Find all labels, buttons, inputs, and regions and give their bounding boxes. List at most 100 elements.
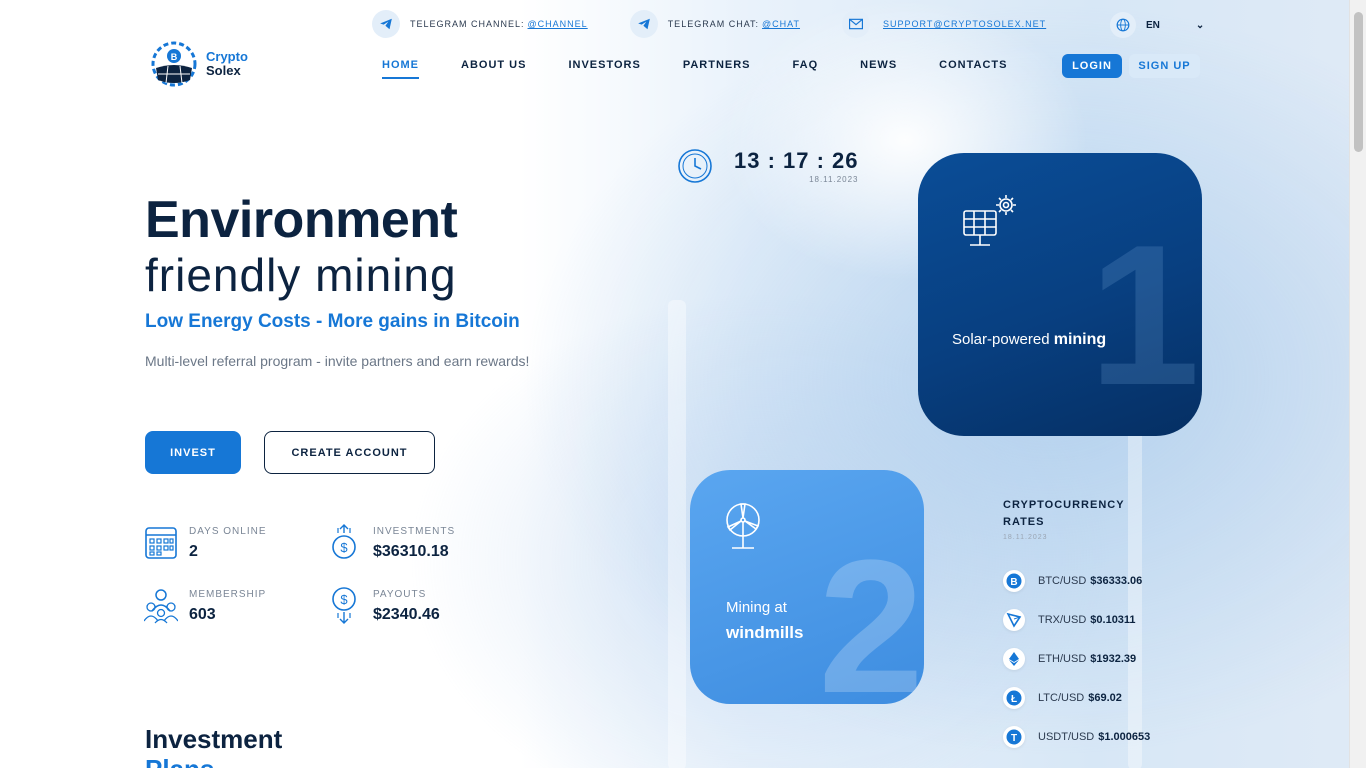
card-number: 2 — [818, 521, 924, 704]
hero-title-light: friendly mining — [145, 249, 457, 301]
create-account-button[interactable]: CREATE ACCOUNT — [264, 431, 435, 474]
rate-price: $1.000653 — [1098, 731, 1151, 743]
stat-label: INVESTMENTS — [373, 526, 456, 537]
stat-investments: $ INVESTMENTS $36310.18 — [328, 524, 455, 562]
calendar-icon — [145, 527, 177, 559]
rate-pair: TRX/USD — [1038, 614, 1087, 626]
clock-date: 18.11.2023 — [809, 175, 859, 184]
nav-faq[interactable]: FAQ — [793, 59, 819, 79]
card-solar-label: Solar-powered mining — [952, 331, 1106, 349]
rate-row-usdt: T USDT/USD $1.000653 — [1003, 726, 1150, 748]
top-contact-bar: TELEGRAM CHANNEL: @CHANNEL TELEGRAM CHAT… — [372, 10, 1088, 38]
stat-payouts: $ PAYOUTS $2340.46 — [328, 587, 440, 625]
svg-text:Ł: Ł — [1011, 694, 1017, 705]
rate-pair: ETH/USD — [1038, 653, 1087, 665]
card-number: 1 — [1088, 204, 1200, 427]
scrollbar-thumb[interactable] — [1354, 12, 1363, 152]
signup-button[interactable]: SIGN UP — [1129, 54, 1200, 78]
stat-value: 2 — [189, 543, 198, 560]
logo[interactable]: B Crypto Solex — [150, 40, 248, 88]
telegram-channel: TELEGRAM CHANNEL: @CHANNEL — [372, 10, 588, 38]
logo-icon: B — [151, 41, 197, 87]
windmill-tower-decor — [668, 300, 686, 768]
language-value: EN — [1146, 19, 1160, 31]
clock-widget: 13 : 17 : 26 18.11.2023 — [678, 148, 859, 184]
support-email: SUPPORT@CRYPTOSOLEX.NET — [842, 10, 1046, 38]
hero-description: Multi-level referral program - invite pa… — [145, 353, 530, 369]
clock-time: 13 : 17 : 26 — [734, 148, 859, 173]
plans-line1: Investment — [145, 724, 283, 754]
rate-pair: BTC/USD — [1038, 575, 1087, 587]
language-selector[interactable]: EN ⌄ — [1110, 12, 1204, 38]
users-group-icon — [144, 589, 178, 624]
nav-partners[interactable]: PARTNERS — [683, 59, 751, 79]
invest-button[interactable]: INVEST — [145, 431, 241, 474]
windmill-icon — [726, 503, 760, 549]
stat-label: PAYOUTS — [373, 589, 427, 600]
rates-title-line2: RATES — [1003, 516, 1045, 528]
plans-line2: Plans — [145, 754, 282, 768]
globe-icon — [1110, 12, 1136, 38]
solar-panel-icon — [963, 195, 1016, 246]
card-solar-mining[interactable]: 1 Solar-powered mining — [918, 153, 1202, 436]
litecoin-icon: Ł — [1003, 687, 1025, 709]
rate-price: $0.10311 — [1090, 614, 1136, 626]
nav-investors[interactable]: INVESTORS — [568, 59, 640, 79]
card-label-line1: Mining at — [726, 599, 787, 616]
telegram-icon — [372, 10, 400, 38]
svg-text:T: T — [1011, 733, 1017, 744]
telegram-icon — [629, 10, 658, 38]
rate-row-btc: B BTC/USD $36333.06 — [1003, 570, 1142, 592]
stat-label: MEMBERSHIP — [189, 589, 267, 600]
stat-days-online: DAYS ONLINE 2 — [144, 524, 267, 562]
hero-subtitle: Low Energy Costs - More gains in Bitcoin — [145, 311, 520, 332]
card-label-line2: windmills — [726, 623, 804, 642]
ethereum-icon — [1003, 648, 1025, 670]
telegram-channel-label: TELEGRAM CHANNEL: — [410, 19, 525, 29]
rates-date: 18.11.2023 — [1003, 534, 1048, 541]
main-nav: HOME ABOUT US INVESTORS PARTNERS FAQ NEW… — [382, 59, 1049, 79]
rate-row-ltc: Ł LTC/USD $69.02 — [1003, 687, 1122, 709]
card-label-bold: mining — [1053, 331, 1107, 348]
stat-label: DAYS ONLINE — [189, 526, 267, 537]
svg-text:$: $ — [340, 592, 348, 607]
telegram-chat-label: TELEGRAM CHAT: — [667, 19, 760, 29]
svg-text:B: B — [171, 52, 178, 62]
stat-membership: MEMBERSHIP 603 — [144, 587, 266, 625]
login-button[interactable]: LOGIN — [1062, 54, 1122, 78]
rates-title: CRYPTOCURRENCY RATES — [1003, 497, 1125, 531]
nav-contacts[interactable]: CONTACTS — [939, 59, 1007, 79]
telegram-chat-link[interactable]: @CHAT — [762, 19, 800, 29]
support-email-link[interactable]: SUPPORT@CRYPTOSOLEX.NET — [883, 19, 1046, 29]
rate-row-trx: TRX/USD $0.10311 — [1003, 609, 1136, 631]
nav-news[interactable]: NEWS — [860, 59, 897, 79]
investment-plans-heading: Investment Plans — [145, 724, 282, 768]
card-windmill-mining[interactable]: 2 Mining at windmills — [690, 470, 924, 704]
hero-title-bold: Environment — [145, 191, 458, 249]
dollar-coin-up-icon: $ — [332, 524, 356, 559]
clock-icon — [678, 149, 712, 183]
logo-text-line1: Crypto — [206, 49, 248, 64]
rate-pair: USDT/USD — [1038, 731, 1095, 743]
nav-home[interactable]: HOME — [382, 59, 419, 79]
scrollbar[interactable] — [1349, 0, 1366, 768]
nav-about-us[interactable]: ABOUT US — [461, 59, 526, 79]
rate-price: $69.02 — [1088, 692, 1122, 704]
rate-row-eth: ETH/USD $1932.39 — [1003, 648, 1136, 670]
rates-title-line1: CRYPTOCURRENCY — [1003, 499, 1125, 511]
mail-icon — [842, 10, 870, 38]
tron-icon — [1003, 609, 1025, 631]
card-label-normal: Solar-powered — [952, 331, 1054, 348]
svg-text:$: $ — [340, 540, 348, 555]
rate-price: $1932.39 — [1090, 653, 1137, 665]
stat-value: 603 — [189, 606, 216, 623]
bitcoin-icon: B — [1003, 570, 1025, 592]
dollar-coin-down-icon: $ — [332, 587, 356, 624]
telegram-channel-link[interactable]: @CHANNEL — [528, 19, 588, 29]
logo-text-line2: Solex — [206, 63, 241, 78]
stat-value: $2340.46 — [373, 606, 440, 623]
svg-text:B: B — [1010, 577, 1017, 588]
telegram-chat: TELEGRAM CHAT: @CHAT — [629, 10, 800, 38]
stat-value: $36310.18 — [373, 543, 449, 560]
rate-price: $36333.06 — [1090, 575, 1143, 587]
